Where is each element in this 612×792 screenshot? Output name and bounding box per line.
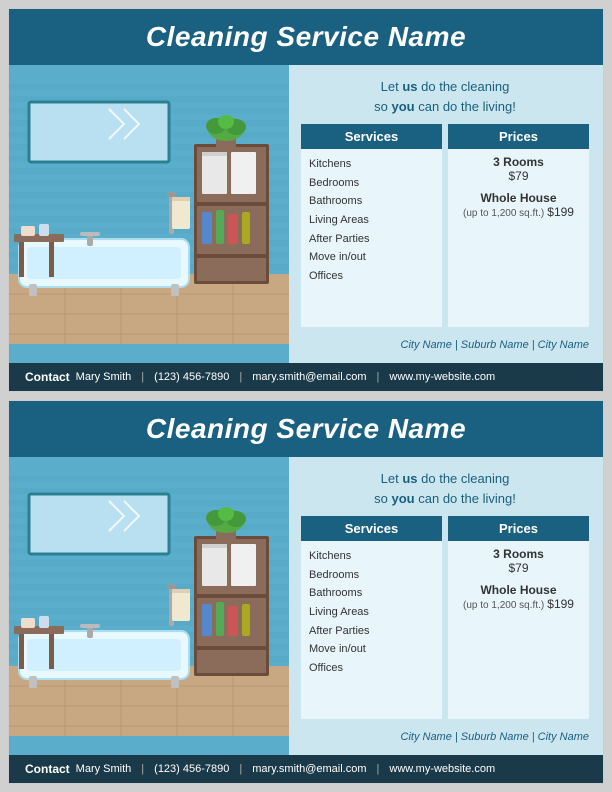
sep4: | <box>141 763 144 775</box>
flyer-1-contact-name: Mary Smith <box>76 371 132 383</box>
list-item: Bathrooms <box>309 192 434 211</box>
flyer-1-services-list: Kitchens Bedrooms Bathrooms Living Areas… <box>309 155 434 286</box>
flyer-1-services-prices: Services Kitchens Bedrooms Bathrooms Liv… <box>301 124 589 327</box>
price-1-value: $79 <box>508 169 528 183</box>
flyer-1-image <box>9 65 289 363</box>
sep5: | <box>239 763 242 775</box>
flyer-2-contact-label: Contact <box>25 762 70 776</box>
flyer-2-price-1: 3 Rooms $79 <box>456 547 581 575</box>
flyer-1-services-header: Services <box>301 124 442 149</box>
flyer-1-content: Let us do the cleaning so you can do the… <box>289 65 603 363</box>
list-item: After Parties <box>309 622 434 641</box>
flyer-1-contact-email: mary.smith@email.com <box>252 371 366 383</box>
flyer-1-contact-website: www.my-website.com <box>389 371 495 383</box>
tagline2-part2: do the cleaning <box>418 471 510 486</box>
tagline2-you: you <box>392 491 415 506</box>
flyer-2-footer: Contact Mary Smith | (123) 456-7890 | ma… <box>9 755 603 783</box>
flyer-2-image <box>9 457 289 755</box>
flyer-1-services-box: Services Kitchens Bedrooms Bathrooms Liv… <box>301 124 442 327</box>
flyer-1-city-names: City Name | Suburb Name | City Name <box>301 335 589 357</box>
list-item: Bedrooms <box>309 566 434 585</box>
flyer-2-prices-box: Prices 3 Rooms $79 Whole House (up to 1,… <box>448 516 589 719</box>
flyer-1-services-body: Kitchens Bedrooms Bathrooms Living Areas… <box>301 149 442 327</box>
flyer-1-prices-header: Prices <box>448 124 589 149</box>
list-item: Kitchens <box>309 155 434 174</box>
price-2-note: (up to 1,200 sq.ft.) <box>463 208 544 219</box>
flyer-2-contact-name: Mary Smith <box>76 763 132 775</box>
price-2-value: $199 <box>547 205 574 219</box>
tagline2-part3: so <box>374 491 391 506</box>
flyer-2-city-names: City Name | Suburb Name | City Name <box>301 727 589 749</box>
tagline-part3: so <box>374 99 391 114</box>
price2-2-note: (up to 1,200 sq.ft.) <box>463 600 544 611</box>
list-item: Offices <box>309 267 434 286</box>
flyer-2-price-2: Whole House (up to 1,200 sq.ft.) $199 <box>456 583 581 611</box>
flyer-1-prices-body: 3 Rooms $79 Whole House (up to 1,200 sq.… <box>448 149 589 327</box>
flyer-2: Cleaning Service Name <box>8 400 604 784</box>
flyer-2-contact-website: www.my-website.com <box>389 763 495 775</box>
flyer-1-contact-label: Contact <box>25 370 70 384</box>
flyer-1-price-1: 3 Rooms $79 <box>456 155 581 183</box>
list-item: Living Areas <box>309 211 434 230</box>
flyer-1-body: Let us do the cleaning so you can do the… <box>9 65 603 363</box>
flyer-2-prices-body: 3 Rooms $79 Whole House (up to 1,200 sq.… <box>448 541 589 719</box>
flyer-1-header: Cleaning Service Name <box>9 9 603 65</box>
flyer-2-services-prices: Services Kitchens Bedrooms Bathrooms Liv… <box>301 516 589 719</box>
list-item: After Parties <box>309 230 434 249</box>
sep3: | <box>377 371 380 383</box>
price2-2-value: $199 <box>547 597 574 611</box>
tagline2-part4: can do the living! <box>415 491 516 506</box>
tagline-you: you <box>392 99 415 114</box>
flyer-2-services-box: Services Kitchens Bedrooms Bathrooms Liv… <box>301 516 442 719</box>
tagline2-us: us <box>402 471 417 486</box>
flyer-1-title: Cleaning Service Name <box>25 21 587 53</box>
flyer-2-services-list: Kitchens Bedrooms Bathrooms Living Areas… <box>309 547 434 678</box>
flyer-2-prices-header: Prices <box>448 516 589 541</box>
flyer-2-body: Let us do the cleaning so you can do the… <box>9 457 603 755</box>
sep2: | <box>239 371 242 383</box>
sep1: | <box>141 371 144 383</box>
tagline-part4: can do the living! <box>415 99 516 114</box>
price-2-title: Whole House <box>456 191 581 205</box>
list-item: Move in/out <box>309 248 434 267</box>
flyer-1: Cleaning Service Name <box>8 8 604 392</box>
list-item: Kitchens <box>309 547 434 566</box>
list-item: Move in/out <box>309 640 434 659</box>
flyer-2-content: Let us do the cleaning so you can do the… <box>289 457 603 755</box>
flyer-1-tagline: Let us do the cleaning so you can do the… <box>301 77 589 116</box>
flyer-2-title: Cleaning Service Name <box>25 413 587 445</box>
flyer-1-price-2: Whole House (up to 1,200 sq.ft.) $199 <box>456 191 581 219</box>
price2-1-title: 3 Rooms <box>456 547 581 561</box>
price2-2-title: Whole House <box>456 583 581 597</box>
flyer-1-footer: Contact Mary Smith | (123) 456-7890 | ma… <box>9 363 603 391</box>
price2-1-value: $79 <box>508 561 528 575</box>
list-item: Bathrooms <box>309 584 434 603</box>
flyer-2-services-header: Services <box>301 516 442 541</box>
tagline2-part1: Let <box>381 471 403 486</box>
list-item: Bedrooms <box>309 174 434 193</box>
list-item: Offices <box>309 659 434 678</box>
flyer-1-contact-phone: (123) 456-7890 <box>154 371 229 383</box>
flyer-2-contact-email: mary.smith@email.com <box>252 763 366 775</box>
flyer-1-prices-box: Prices 3 Rooms $79 Whole House (up to 1,… <box>448 124 589 327</box>
flyer-2-services-body: Kitchens Bedrooms Bathrooms Living Areas… <box>301 541 442 719</box>
tagline-part1: Let <box>381 79 403 94</box>
tagline-us: us <box>402 79 417 94</box>
list-item: Living Areas <box>309 603 434 622</box>
flyer-2-tagline: Let us do the cleaning so you can do the… <box>301 469 589 508</box>
tagline-part2: do the cleaning <box>418 79 510 94</box>
sep6: | <box>377 763 380 775</box>
price-1-title: 3 Rooms <box>456 155 581 169</box>
flyer-2-header: Cleaning Service Name <box>9 401 603 457</box>
flyer-2-contact-phone: (123) 456-7890 <box>154 763 229 775</box>
page: Cleaning Service Name <box>0 0 612 792</box>
